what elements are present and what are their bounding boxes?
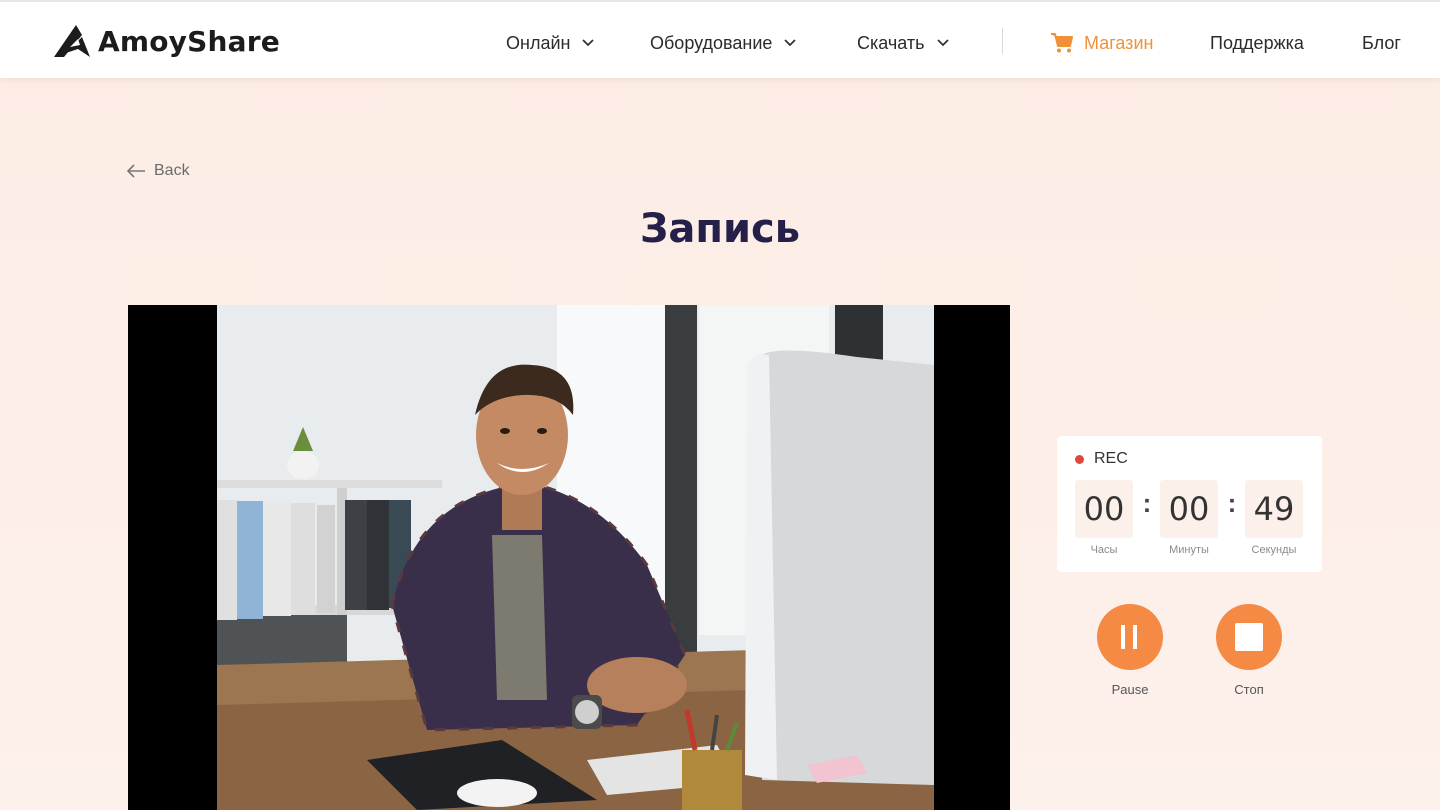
nav-download-label: Скачать: [857, 32, 925, 53]
timer-separator: :: [1227, 488, 1237, 518]
nav-support[interactable]: Поддержка: [1210, 30, 1304, 56]
pause-icon: [1121, 625, 1137, 649]
cart-icon: [1051, 33, 1073, 53]
nav-hardware[interactable]: Оборудование: [650, 30, 797, 56]
pause-label: Pause: [1111, 682, 1149, 697]
stop-button[interactable]: [1216, 604, 1282, 670]
nav-support-label: Поддержка: [1210, 32, 1304, 53]
nav-online[interactable]: Онлайн: [506, 30, 595, 56]
logo-icon: [54, 25, 90, 57]
site-header: AmoyShare Онлайн Оборудование Скачать Ма…: [0, 0, 1440, 78]
stop-icon: [1235, 623, 1263, 651]
stop-label: Стоп: [1234, 682, 1264, 697]
nav-blog[interactable]: Блог: [1362, 30, 1401, 56]
logo[interactable]: AmoyShare: [52, 22, 280, 60]
chevron-down-icon: [582, 39, 595, 47]
timer-hours: 00: [1075, 480, 1133, 538]
logo-text: AmoyShare: [98, 24, 280, 58]
timer-minutes-label: Минуты: [1169, 544, 1209, 556]
back-link[interactable]: Back: [126, 160, 190, 182]
webcam-feed-image: [217, 305, 934, 810]
rec-dot-icon: [1075, 454, 1084, 464]
arrow-left-icon: [126, 164, 145, 178]
timer-hours-label: Часы: [1090, 544, 1118, 556]
recording-timer: REC 00 : 00 : 49 Часы Минуты Секунды: [1057, 436, 1322, 572]
nav-store[interactable]: Магазин: [1050, 30, 1153, 56]
nav-store-label: Магазин: [1084, 32, 1154, 53]
chevron-down-icon: [936, 39, 949, 47]
nav-online-label: Онлайн: [506, 32, 571, 53]
timer-seconds: 49: [1245, 480, 1303, 538]
timer-seconds-label: Секунды: [1251, 544, 1297, 556]
nav-hardware-label: Оборудование: [650, 32, 773, 53]
pause-button[interactable]: [1097, 604, 1163, 670]
timer-separator: :: [1142, 488, 1152, 518]
video-preview: [128, 305, 1010, 810]
nav-download[interactable]: Скачать: [857, 30, 949, 56]
rec-label: REC: [1094, 450, 1128, 467]
timer-minutes: 00: [1160, 480, 1218, 538]
rec-indicator: REC: [1075, 450, 1128, 468]
nav-divider: [1002, 28, 1003, 54]
page-title: Запись: [639, 206, 801, 252]
nav-blog-label: Блог: [1362, 32, 1401, 53]
chevron-down-icon: [784, 39, 797, 47]
back-label: Back: [154, 162, 190, 179]
